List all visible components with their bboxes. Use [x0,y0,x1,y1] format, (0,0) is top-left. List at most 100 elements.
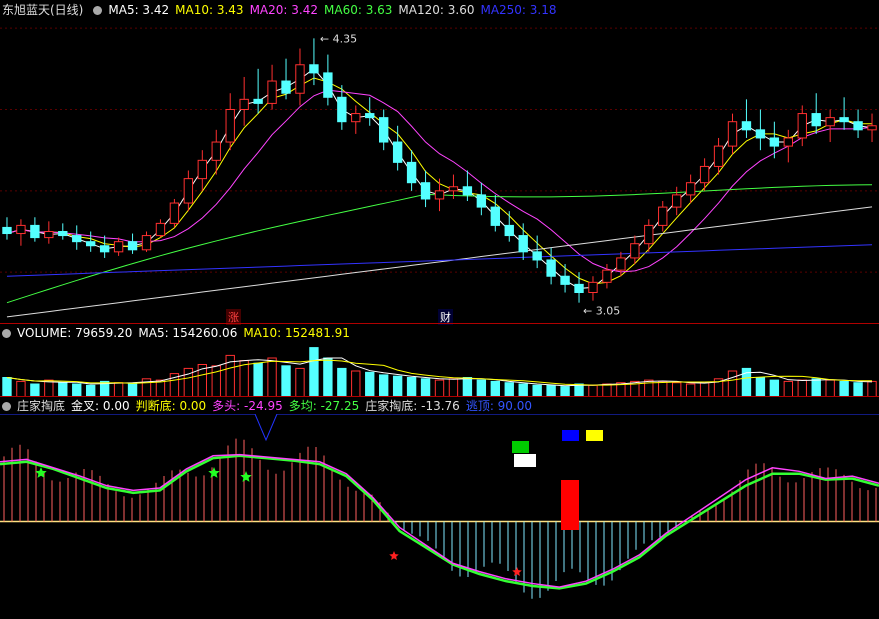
candle-body [699,165,710,184]
candle-body [672,194,682,208]
candle-body [658,206,668,226]
candle-body [155,222,166,237]
settings-dot-icon[interactable] [93,6,103,15]
volume-bar [58,382,68,397]
signal-bar-red [561,480,579,530]
candle-body [727,121,738,147]
volume-bar [267,357,277,397]
candle-body [490,206,500,226]
stock-title[interactable]: 东旭蓝天(日线) [2,3,83,17]
volume-bar [365,371,375,397]
candle-body [783,137,793,147]
candle-body [239,98,249,111]
candle-body [225,109,235,143]
volume-bar [44,379,54,397]
volume-bar [295,367,305,397]
candle-body [281,80,291,94]
volume-bar [16,380,26,397]
volume-bar [490,380,500,397]
green-star-icon [208,467,220,478]
volume-bar [672,382,682,397]
candle-body [518,235,528,253]
indicator-header: 庄家掏底 金叉: 0.00 判断底: 0.00 多头: -24.95 多均: -27.2… [0,398,544,414]
candle-body [99,245,110,253]
candle-body [406,161,417,184]
candle-body [72,235,82,243]
volume-bar [727,370,738,397]
candle-body [127,241,138,251]
volume-bar [211,365,221,397]
candle-body [183,178,194,204]
ma-legend-item: MA20: 3.42 [249,3,318,17]
candle-body [267,80,277,104]
candle-body [713,145,724,167]
candle-body [309,64,319,74]
volume-bar [406,377,417,397]
volume-bar [337,367,347,397]
ma-legend: MA5: 3.42 MA10: 3.43 MA20: 3.42 MA60: 3.63 M… [108,3,562,17]
green-star-icon [35,467,47,478]
ma-line-ma120 [6,206,873,318]
candle-body [476,194,487,208]
volume-bar [351,370,361,397]
volume-bar [448,378,459,397]
candle-body [546,259,556,277]
candle-body [351,113,361,123]
volume-bar [420,378,431,397]
candle-body [379,117,389,143]
volume-bar [2,377,12,397]
volume-bar [113,382,124,397]
indicator-legend-item: 庄家掏底 [17,399,66,413]
price-header: 东旭蓝天(日线) MA5: 3.42 MA10: 3.43 MA20: 3.42 MA6… [0,2,569,18]
volume-settings-dot-icon[interactable] [2,329,11,338]
volume-bar [379,374,389,397]
candle-body [839,117,849,123]
candle-body [811,113,821,127]
volume-bar [825,379,835,397]
candle-body [574,283,584,294]
volume-bar [434,379,445,397]
candle-body [532,251,542,261]
candle-body [392,141,403,163]
candle-body [16,224,26,235]
indicator-chart[interactable] [0,414,879,617]
indicator-legend-item: 多均: -27.25 [288,399,360,413]
ma-legend-item: MA120: 3.60 [398,3,475,17]
candle-body [141,235,152,251]
indicator-legend-item: 金叉: 0.00 [71,399,130,413]
indicator-settings-dot-icon[interactable] [2,402,11,411]
volume-indicator-divider [0,396,879,397]
green-star-icon [240,471,252,482]
candle-body [448,186,459,192]
indicator-legend-item: 庄家掏底: -13.76 [365,399,460,413]
indicator-legend-item: 多头: -24.95 [212,399,283,413]
candle-body [504,224,514,237]
candle-body [867,125,877,131]
candle-body [169,202,180,224]
volume-bar [867,380,877,397]
candle-body [337,96,347,123]
volume-bar [197,364,207,397]
signal-block-white [514,454,536,467]
candle-body [295,64,305,94]
candle-body [420,182,431,200]
volume-bar [699,382,710,397]
candle-body [2,226,12,235]
candle-body [602,269,612,283]
candle-body [30,224,40,239]
candle-body [825,117,835,127]
price-chart[interactable]: ← 4.35 ← 3.05 [0,18,879,323]
volume-bar [839,380,849,397]
volume-chart[interactable] [0,341,879,397]
candle-body [685,182,696,196]
high-price-label: ← 4.35 [320,32,357,45]
candle-body [644,224,654,245]
volume-bar [811,378,821,397]
signal-block-green [512,441,529,453]
candle-body [197,159,207,180]
indicator-legend: 庄家掏底 金叉: 0.00 判断底: 0.00 多头: -24.95 多均: -27.2… [17,399,538,413]
indicator-legend-item: 判断底: 0.00 [135,399,207,413]
candle-body [365,113,375,119]
signal-block-yellow [586,430,603,441]
volume-bar [783,380,793,397]
